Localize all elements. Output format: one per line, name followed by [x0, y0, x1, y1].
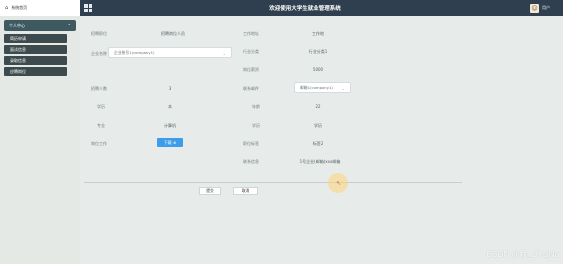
industry-value: 行业分类1: [308, 49, 328, 54]
chevron-down-icon: ⌄: [341, 86, 345, 91]
age-value: 22: [315, 104, 321, 109]
submit-label: 提交: [206, 188, 214, 193]
menu-grid-icon[interactable]: [84, 4, 92, 12]
company-select-value: 企业账号1(company1): [114, 49, 155, 55]
avatar: ☺: [530, 3, 539, 13]
field-label: 行业分类: [243, 49, 259, 54]
email-select-value: 邮箱1(company1): [300, 84, 333, 90]
education-value: 本: [168, 104, 172, 109]
position-value: 招聘岗位人员: [161, 31, 185, 36]
home-link[interactable]: ⌂ 系统首页: [0, 0, 80, 16]
download-button[interactable]: 下载 ⊕: [157, 138, 183, 147]
sidebar-item-admission[interactable]: 录取信息: [4, 56, 67, 65]
headcount-value: 3: [168, 86, 172, 91]
field-label: 专业: [97, 123, 105, 128]
contact-info-value: 1号企业(邮箱)xxx邮箱: [299, 159, 341, 164]
app-title: 欢迎使用大学生就业管理系统: [269, 6, 341, 12]
chevron-up-icon: ⌃: [67, 23, 71, 28]
major-value: 计算机: [164, 123, 176, 128]
email-select[interactable]: 邮箱1(company1) ⌄: [294, 82, 351, 93]
field-label: 联系信息: [243, 159, 259, 164]
sidebar-item-resume[interactable]: 简历申请: [4, 34, 67, 43]
sidebar-group-header[interactable]: 个人中心 ⌃: [4, 20, 76, 31]
sidebar-item-label: 简历申请: [10, 35, 26, 41]
user-name: 用户: [542, 5, 550, 10]
work-address-value: 工作地: [312, 31, 324, 36]
field-label: 岗位薪资: [243, 67, 259, 72]
chevron-down-icon: ⌄: [222, 51, 226, 56]
watermark: CSDN @我_CXsjNo: [486, 250, 559, 259]
sidebar-item-positions[interactable]: 应聘岗位: [4, 67, 67, 76]
sidebar-item-label: 应聘岗位: [10, 68, 26, 74]
field-label: 岗位工作: [91, 141, 107, 146]
field-label: 职位标签: [243, 141, 259, 146]
field-label: 工作地址: [243, 31, 259, 36]
field-label: 招聘职位: [91, 31, 107, 36]
top-bar: ⌂ 系统首页 欢迎使用大学生就业管理系统 ☺ 用户: [0, 0, 563, 16]
education-value: 学历: [314, 123, 322, 128]
field-label: 企业名称: [91, 51, 107, 56]
home-label: 系统首页: [11, 5, 28, 10]
field-label: 学历: [97, 104, 105, 109]
sidebar: 个人中心 ⌃ 简历申请 面试信息 录取信息 应聘岗位: [0, 16, 80, 264]
field-label: 年龄: [252, 104, 260, 109]
field-label: 招聘人数: [91, 86, 107, 91]
cancel-button[interactable]: 取消: [233, 187, 258, 195]
field-label: 联系邮件: [243, 86, 259, 91]
user-menu[interactable]: ☺ 用户: [530, 3, 550, 13]
tag-value: 标签2: [312, 141, 324, 146]
main-content: 招聘职位 招聘岗位人员 企业名称 企业账号1(company1) ⌄ 招聘人数 …: [80, 16, 563, 264]
cancel-label: 取消: [241, 188, 250, 193]
cursor-icon: ↖: [336, 180, 342, 187]
submit-button[interactable]: 提交: [199, 187, 221, 195]
company-select[interactable]: 企业账号1(company1) ⌄: [108, 47, 232, 58]
divider: [84, 182, 462, 183]
field-label: 学历: [252, 123, 260, 128]
sidebar-group-label: 个人中心: [9, 22, 25, 28]
sidebar-item-label: 面试信息: [10, 46, 26, 52]
sidebar-item-interview[interactable]: 面试信息: [4, 45, 67, 54]
salary-value: 5000: [312, 67, 324, 72]
sidebar-item-label: 录取信息: [10, 57, 26, 63]
form-card: 招聘职位 招聘岗位人员 企业名称 企业账号1(company1) ⌄ 招聘人数 …: [80, 16, 563, 264]
home-icon: ⌂: [5, 5, 9, 11]
